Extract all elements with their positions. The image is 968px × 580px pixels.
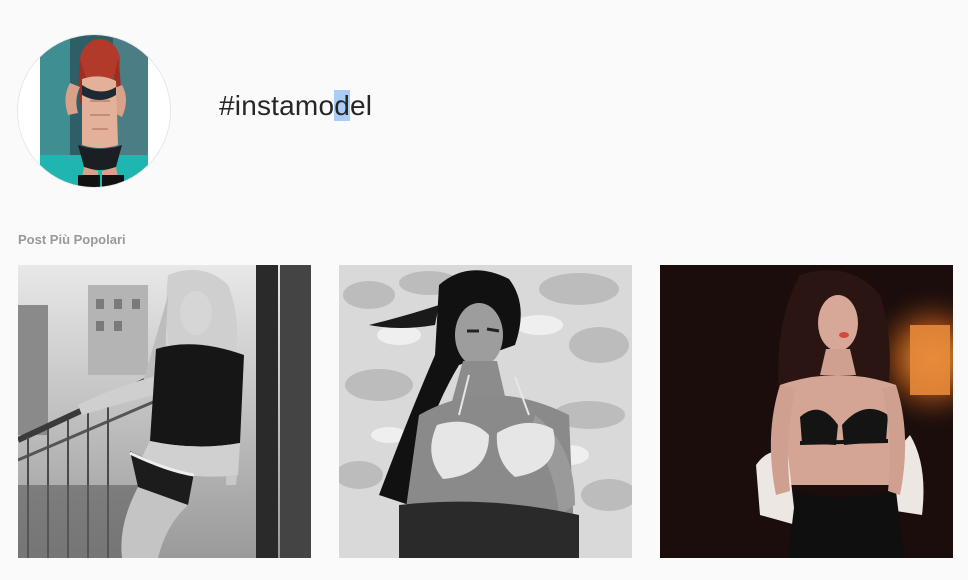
- top-posts-grid: [18, 265, 953, 558]
- hashtag-avatar: [18, 35, 170, 187]
- post-thumbnail-1[interactable]: [18, 265, 311, 558]
- post-photo-3: [660, 265, 953, 558]
- hashtag-header: #instamodel: [0, 0, 968, 210]
- hashtag-title-prefix: #instamo: [219, 90, 335, 121]
- post-thumbnail-3[interactable]: [660, 265, 953, 558]
- post-photo-1: [18, 265, 311, 558]
- hashtag-title-selected: d: [334, 90, 350, 121]
- avatar-photo: [18, 35, 170, 187]
- top-posts-label: Post Più Popolari: [18, 232, 126, 247]
- hashtag-title: #instamodel: [219, 88, 372, 124]
- post-photo-2: [339, 265, 632, 558]
- post-thumbnail-2[interactable]: [339, 265, 632, 558]
- hashtag-title-suffix: el: [350, 90, 373, 121]
